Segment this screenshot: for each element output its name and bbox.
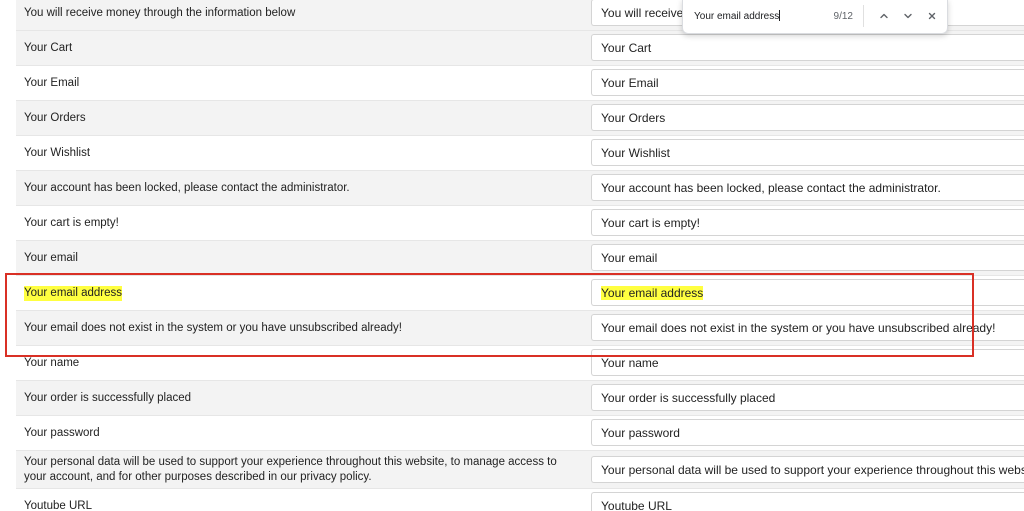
table-row: Youtube URL Youtube URL (16, 489, 1024, 511)
table-row: Your name Your name (16, 346, 1024, 381)
translation-input[interactable]: Your personal data will be used to suppo… (591, 456, 1024, 483)
find-input[interactable]: Your email address (694, 10, 824, 22)
row-label: Your order is successfully placed (24, 391, 192, 404)
translation-input[interactable]: Your order is successfully placed (591, 384, 1024, 411)
chevron-up-icon (880, 13, 888, 19)
chevron-down-icon (904, 13, 912, 19)
translation-input[interactable]: Your email does not exist in the system … (591, 314, 1024, 341)
translation-input[interactable]: Your password (591, 419, 1024, 446)
translation-input[interactable]: Your Wishlist (591, 139, 1024, 166)
translation-input[interactable]: Your Orders (591, 104, 1024, 131)
row-label: Your password (24, 426, 100, 439)
row-label: Your personal data will be used to suppo… (24, 455, 557, 483)
table-row: Your order is successfully placed Your o… (16, 381, 1024, 416)
translation-table: You will receive money through the infor… (16, 0, 1024, 511)
find-previous-button[interactable] (872, 4, 896, 28)
row-label: Your email does not exist in the system … (24, 321, 403, 334)
translation-input[interactable]: Youtube URL (591, 492, 1024, 511)
find-bar: Your email address 9/12 (682, 0, 948, 34)
table-row: Your Cart Your Cart (16, 31, 1024, 66)
table-row: Your email Your email (16, 241, 1024, 276)
translation-input[interactable]: Your name (591, 349, 1024, 376)
table-row: Your account has been locked, please con… (16, 171, 1024, 206)
row-label: Your cart is empty! (24, 216, 119, 229)
table-row: Your Email Your Email (16, 66, 1024, 101)
translation-input[interactable]: Your email address (591, 279, 1024, 306)
left-gutter (0, 0, 16, 511)
row-label: Your name (24, 356, 80, 369)
find-close-button[interactable] (920, 4, 944, 28)
translation-input[interactable]: Your Cart (591, 34, 1024, 61)
row-label: You will receive money through the infor… (24, 6, 296, 19)
translation-input[interactable]: Your email (591, 244, 1024, 271)
find-next-button[interactable] (896, 4, 920, 28)
search-match-highlight: Your email address (24, 285, 123, 301)
table-row: Your email does not exist in the system … (16, 311, 1024, 346)
find-divider (863, 5, 864, 27)
close-icon (928, 12, 936, 20)
text-caret (779, 10, 781, 21)
translation-page: You will receive money through the infor… (0, 0, 1024, 511)
table-row: Your Wishlist Your Wishlist (16, 136, 1024, 171)
row-label: Your email address (24, 276, 564, 310)
find-query: Your email address (694, 11, 780, 22)
find-match-count: 9/12 (833, 10, 853, 22)
table-row: Your password Your password (16, 416, 1024, 451)
translation-input[interactable]: Your Email (591, 69, 1024, 96)
row-label: Your Orders (24, 111, 86, 124)
row-label: Your email (24, 251, 78, 264)
row-label: Your Cart (24, 41, 73, 54)
row-label: Youtube URL (24, 499, 92, 511)
table-row: Your Orders Your Orders (16, 101, 1024, 136)
row-label: Your account has been locked, please con… (24, 181, 350, 194)
row-label: Your Wishlist (24, 146, 91, 159)
table-row-highlighted: Your email address Your email address (16, 276, 1024, 311)
row-label: Your Email (24, 76, 80, 89)
translation-input[interactable]: Your cart is empty! (591, 209, 1024, 236)
table-row: Your cart is empty! Your cart is empty! (16, 206, 1024, 241)
search-match-highlight: Your email address (601, 285, 704, 300)
translation-input[interactable]: Your account has been locked, please con… (591, 174, 1024, 201)
table-row: Your personal data will be used to suppo… (16, 451, 1024, 489)
